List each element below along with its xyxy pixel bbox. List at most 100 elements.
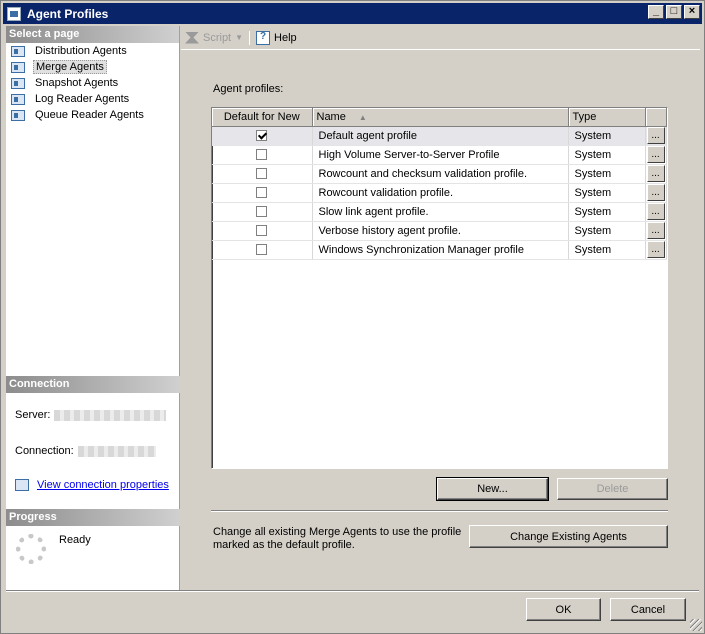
page-item-label: Queue Reader Agents [35,109,144,121]
column-header-type[interactable]: Type [568,108,646,127]
profile-properties-button[interactable]: ... [646,222,665,239]
profile-properties-button[interactable]: ... [646,184,665,201]
page-item-label: Merge Agents [33,60,107,74]
page-item[interactable]: Merge Agents [6,59,179,75]
profile-properties-button[interactable]: ... [646,203,665,220]
default-cell [212,183,313,203]
delete-profile-label: Delete [596,483,629,495]
page-item[interactable]: Queue Reader Agents [6,107,179,123]
main-content: Agent profiles: Default for New Name ▲ T… [181,51,700,590]
profile-name-cell: Default agent profile [312,126,569,146]
default-checkbox[interactable] [256,244,268,256]
select-page-header: Select a page [6,26,179,43]
title-bar[interactable]: Agent Profiles _ □ × [3,3,702,24]
profile-type-cell: System [568,145,646,165]
change-existing-agents-label: Change Existing Agents [510,530,627,543]
table-row[interactable]: Slow link agent profile. System... [212,202,667,222]
connection-value-redacted [77,445,156,457]
progress-spinner-icon [16,534,46,564]
page-item-label: Log Reader Agents [35,93,130,105]
server-value-redacted [54,409,167,421]
view-connection-properties-row[interactable]: View connection properties [6,475,180,495]
view-connection-properties-link[interactable]: View connection properties [37,479,169,491]
ok-button[interactable]: OK [526,598,601,621]
change-existing-agents-button[interactable]: Change Existing Agents [469,525,668,548]
script-icon [185,31,199,44]
profile-properties-button[interactable]: ... [646,165,665,182]
new-profile-label: New... [477,483,508,495]
minimize-button[interactable]: _ [648,5,664,19]
column-header-default[interactable]: Default for New [212,108,313,127]
chevron-down-icon[interactable]: ▼ [235,33,243,42]
divider [211,510,668,512]
agent-profiles-dialog: Agent Profiles _ □ × Select a page Distr… [0,0,705,634]
close-button[interactable]: × [684,5,700,19]
cancel-button[interactable]: Cancel [610,598,686,621]
properties-cell: ... [645,145,667,165]
page-item[interactable]: Snapshot Agents [6,75,179,91]
script-label: Script [203,31,232,44]
profile-type-cell: System [568,221,646,241]
default-checkbox[interactable] [256,168,268,180]
progress-status: Ready [59,534,91,546]
connection-label: Connection: [15,445,74,457]
left-pane: Select a page Distribution Agents Merge A… [6,26,180,590]
table-row[interactable]: Rowcount validation profile. System... [212,183,667,203]
profile-type-cell: System [568,126,646,146]
default-checkbox[interactable] [256,206,268,218]
progress-row: Ready [6,526,180,564]
table-row[interactable]: High Volume Server-to-Server Profile Syst… [212,145,667,165]
table-row[interactable]: Verbose history agent profile. System... [212,221,667,241]
profile-name-cell: Verbose history agent profile. [312,221,569,241]
help-label: Help [274,31,297,44]
agent-profiles-label: Agent profiles: [213,83,284,95]
default-checkbox[interactable] [256,187,268,199]
profile-name-cell: Windows Synchronization Manager profile [312,240,569,260]
profile-name-cell: Slow link agent profile. [312,202,569,222]
connection-row: Connection: [6,439,180,463]
page-item[interactable]: Log Reader Agents [6,91,179,107]
default-checkbox[interactable] [256,225,268,237]
delete-profile-button[interactable]: Delete [557,478,668,500]
profiles-table-body: Default agent profile System... High Volum… [212,126,667,260]
profile-name-cell: Rowcount and checksum validation profile… [312,164,569,184]
agent-profiles-grid[interactable]: Default for New Name ▲ Type Default agen… [211,107,668,469]
table-row[interactable]: Windows Synchronization Manager profile S… [212,240,667,260]
column-header-name[interactable]: Name ▲ [312,108,569,127]
column-header-name-label: Name [316,110,346,123]
sort-ascending-icon: ▲ [358,112,367,122]
page-item-label: Distribution Agents [35,45,127,57]
properties-cell: ... [645,240,667,260]
profile-name-cell: Rowcount validation profile. [312,183,569,203]
table-row[interactable]: Default agent profile System... [212,126,667,146]
profile-properties-button[interactable]: ... [646,241,665,258]
connection-properties-icon [15,479,29,491]
cancel-label: Cancel [630,603,666,616]
agent-page-icon [11,61,25,73]
app-icon [7,6,21,21]
table-row[interactable]: Rowcount and checksum validation profile… [212,164,667,184]
resize-grip-icon[interactable] [690,619,702,631]
server-row: Server: [6,403,180,427]
maximize-button[interactable]: □ [666,5,682,19]
profile-name-cell: High Volume Server-to-Server Profile [312,145,569,165]
page-item-label: Snapshot Agents [35,77,119,89]
properties-cell: ... [645,221,667,241]
page-item[interactable]: Distribution Agents [6,43,179,59]
profile-properties-button[interactable]: ... [646,146,665,163]
default-cell [212,202,313,222]
default-checkbox[interactable] [256,149,268,161]
profile-type-cell: System [568,240,646,260]
toolbar: Script ▼ Help [181,26,700,50]
profile-properties-button[interactable]: ... [646,127,665,144]
new-profile-button[interactable]: New... [436,477,549,501]
window-title: Agent Profiles [27,6,109,21]
properties-cell: ... [645,164,667,184]
progress-header: Progress [6,509,180,526]
default-checkbox[interactable] [256,130,268,142]
help-button[interactable]: Help [256,30,297,45]
footer-divider [6,590,699,592]
default-cell [212,240,313,260]
default-cell [212,145,313,165]
script-button[interactable]: Script ▼ [185,31,243,44]
